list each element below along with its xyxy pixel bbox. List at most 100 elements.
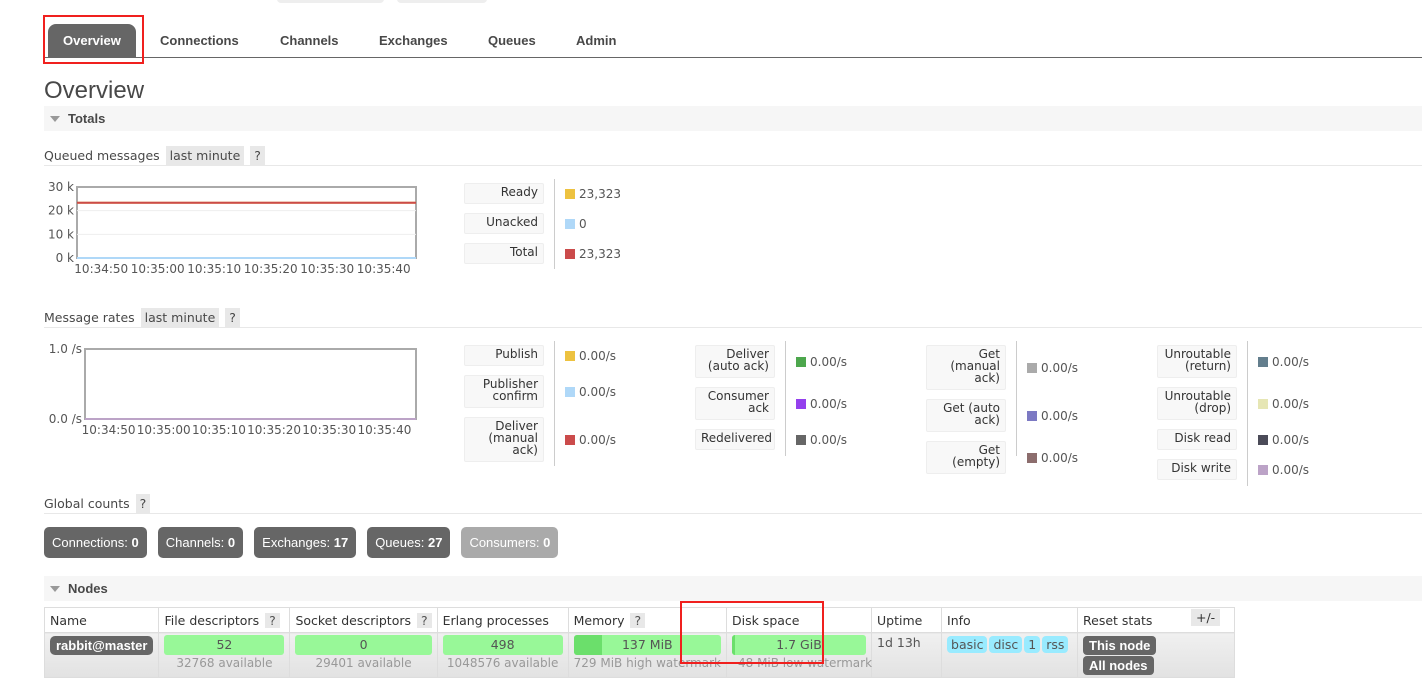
legend-value-deliver-manual-ack: 0.00/s [565, 433, 616, 447]
global-counts-label: Global counts [44, 496, 130, 511]
legend-value-text: 0.00/s [579, 349, 617, 363]
channels-count-button[interactable]: Channels: 0 [157, 527, 244, 558]
legend-value-text: 23,323 [579, 247, 621, 261]
info-tag-disc[interactable]: disc [989, 636, 1023, 653]
info-tag-count[interactable]: 1 [1024, 636, 1041, 653]
memory-bar-fill [573, 635, 602, 655]
legend-label-get-empty[interactable]: Get (empty) [926, 441, 1006, 474]
legend-value-publish: 0.00/s [565, 349, 616, 363]
exchanges-count-button[interactable]: Exchanges: 17 [254, 527, 357, 558]
global-counts-header: Global counts ? [44, 494, 1422, 514]
bar-sub: 32768 available [176, 656, 273, 670]
global-counts: Connections: 0 Channels: 0 Exchanges: 17… [44, 527, 559, 558]
x-tick-label: 10:35:00 [131, 262, 185, 276]
legend-label-total[interactable]: Total [464, 243, 544, 264]
legend-divider [1016, 341, 1017, 456]
help-button[interactable]: ? [417, 612, 432, 628]
node-name-link[interactable]: rabbit@master [50, 636, 154, 655]
count-label: Consumers: [469, 535, 540, 550]
legend-value-text: 23,323 [579, 187, 621, 201]
tab-admin[interactable]: Admin [561, 24, 631, 57]
x-tick-label: 10:35:30 [300, 262, 354, 276]
legend-label-publisher-confirm[interactable]: Publisher confirm [464, 375, 544, 408]
file-descriptors-bar: 52 [164, 635, 285, 655]
tab-queues[interactable]: Queues [473, 24, 551, 57]
collapse-triangle-icon [50, 586, 60, 592]
legend-label-disk-read[interactable]: Disk read [1157, 429, 1237, 450]
top-control-1[interactable] [277, 0, 384, 3]
legend-label-consumer-ack[interactable]: Consumer ack [695, 387, 775, 420]
count-value: 0 [227, 535, 236, 550]
legend-value-deliver-auto-ack: 0.00/s [796, 355, 847, 369]
help-button[interactable]: ? [265, 612, 280, 628]
reset-this-node-button[interactable]: This node [1083, 636, 1157, 655]
info-tag-basic[interactable]: basic [947, 636, 988, 653]
col-file-descriptors[interactable]: File descriptors ? [158, 607, 291, 633]
legend-label-redelivered[interactable]: Redelivered [695, 429, 775, 450]
table-row: rabbit@master 52 32768 available 0 29401… [43, 632, 1236, 678]
legend-label-get-manual-ack[interactable]: Get (manual ack) [926, 345, 1006, 390]
legend-label-unroutable-drop[interactable]: Unroutable (drop) [1157, 387, 1237, 420]
col-uptime[interactable]: Uptime [871, 607, 943, 633]
tab-overview[interactable]: Overview [48, 24, 136, 57]
col-info[interactable]: Info [941, 607, 1079, 633]
x-tick-label: 10:35:10 [192, 423, 246, 437]
consumers-count-button[interactable]: Consumers: 0 [461, 527, 559, 558]
legend-label-deliver-auto-ack[interactable]: Deliver (auto ack) [695, 345, 775, 378]
legend-value-text: 0.00/s [1272, 463, 1310, 477]
legend-swatch [565, 189, 575, 199]
connections-count-button[interactable]: Connections: 0 [44, 527, 147, 558]
bar-value: 498 [490, 637, 515, 652]
y-tick-label: 0.0 /s [49, 412, 82, 426]
queued-range-selector[interactable]: last minute [165, 146, 245, 166]
reset-all-nodes-button[interactable]: All nodes [1083, 656, 1154, 675]
totals-section-toggle[interactable]: Totals [44, 106, 1422, 131]
legend-value-disk-read: 0.00/s [1258, 433, 1309, 447]
bar-sub: 48 MiB low watermark [737, 656, 873, 670]
col-name[interactable]: Name [43, 607, 160, 633]
legend-label-ready[interactable]: Ready [464, 183, 544, 204]
legend-value-redelivered: 0.00/s [796, 433, 847, 447]
help-button[interactable]: ? [630, 612, 646, 628]
col-memory[interactable]: Memory ? [567, 607, 727, 633]
bar-value: 1.7 GiB [776, 637, 822, 652]
global-counts-help-button[interactable]: ? [135, 494, 151, 514]
legend-label-publish[interactable]: Publish [464, 345, 544, 366]
tab-exchanges[interactable]: Exchanges [364, 24, 463, 57]
col-label: Socket descriptors [295, 612, 412, 628]
legend-value-unroutable-return: 0.00/s [1258, 355, 1309, 369]
top-controls [277, 0, 487, 3]
rates-range-selector[interactable]: last minute [140, 308, 220, 328]
legend-divider [554, 179, 555, 269]
queues-count-button[interactable]: Queues: 27 [367, 527, 451, 558]
legend-label-get-auto-ack[interactable]: Get (auto ack) [926, 399, 1006, 432]
bar-sub: 729 MiB high watermark [573, 656, 721, 670]
y-tick-label: 10 k [48, 227, 74, 241]
legend-value-text: 0.00/s [810, 397, 848, 411]
legend-label-disk-write[interactable]: Disk write [1157, 459, 1237, 480]
erlang-processes-cell: 498 1048576 available [436, 632, 569, 678]
col-disk-space[interactable]: Disk space [725, 607, 873, 633]
legend-label-unroutable-return[interactable]: Unroutable (return) [1157, 345, 1237, 378]
col-socket-descriptors[interactable]: Socket descriptors ? [289, 607, 438, 633]
col-label: File descriptors [164, 612, 260, 628]
totals-section-label: Totals [68, 111, 106, 126]
top-control-2[interactable] [397, 0, 487, 3]
columns-toggle-button[interactable]: +/- [1191, 609, 1221, 626]
legend-value-total: 23,323 [565, 247, 621, 261]
x-tick-label: 10:35:20 [247, 423, 301, 437]
tab-connections[interactable]: Connections [145, 24, 254, 57]
legend-swatch [565, 435, 575, 445]
col-erlang-processes[interactable]: Erlang processes [436, 607, 569, 633]
tab-channels[interactable]: Channels [265, 24, 354, 57]
rates-help-button[interactable]: ? [225, 308, 240, 328]
nodes-section-toggle[interactable]: Nodes [44, 576, 1422, 601]
legend-swatch [565, 387, 575, 397]
legend-swatch [1258, 435, 1268, 445]
socket-descriptors-cell: 0 29401 available [289, 632, 438, 678]
info-tag-rss[interactable]: rss [1042, 636, 1069, 653]
queued-help-button[interactable]: ? [250, 146, 265, 166]
legend-label-unacked[interactable]: Unacked [464, 213, 544, 234]
legend-label-deliver-manual-ack[interactable]: Deliver (manual ack) [464, 417, 544, 462]
count-label: Channels: [165, 535, 225, 550]
